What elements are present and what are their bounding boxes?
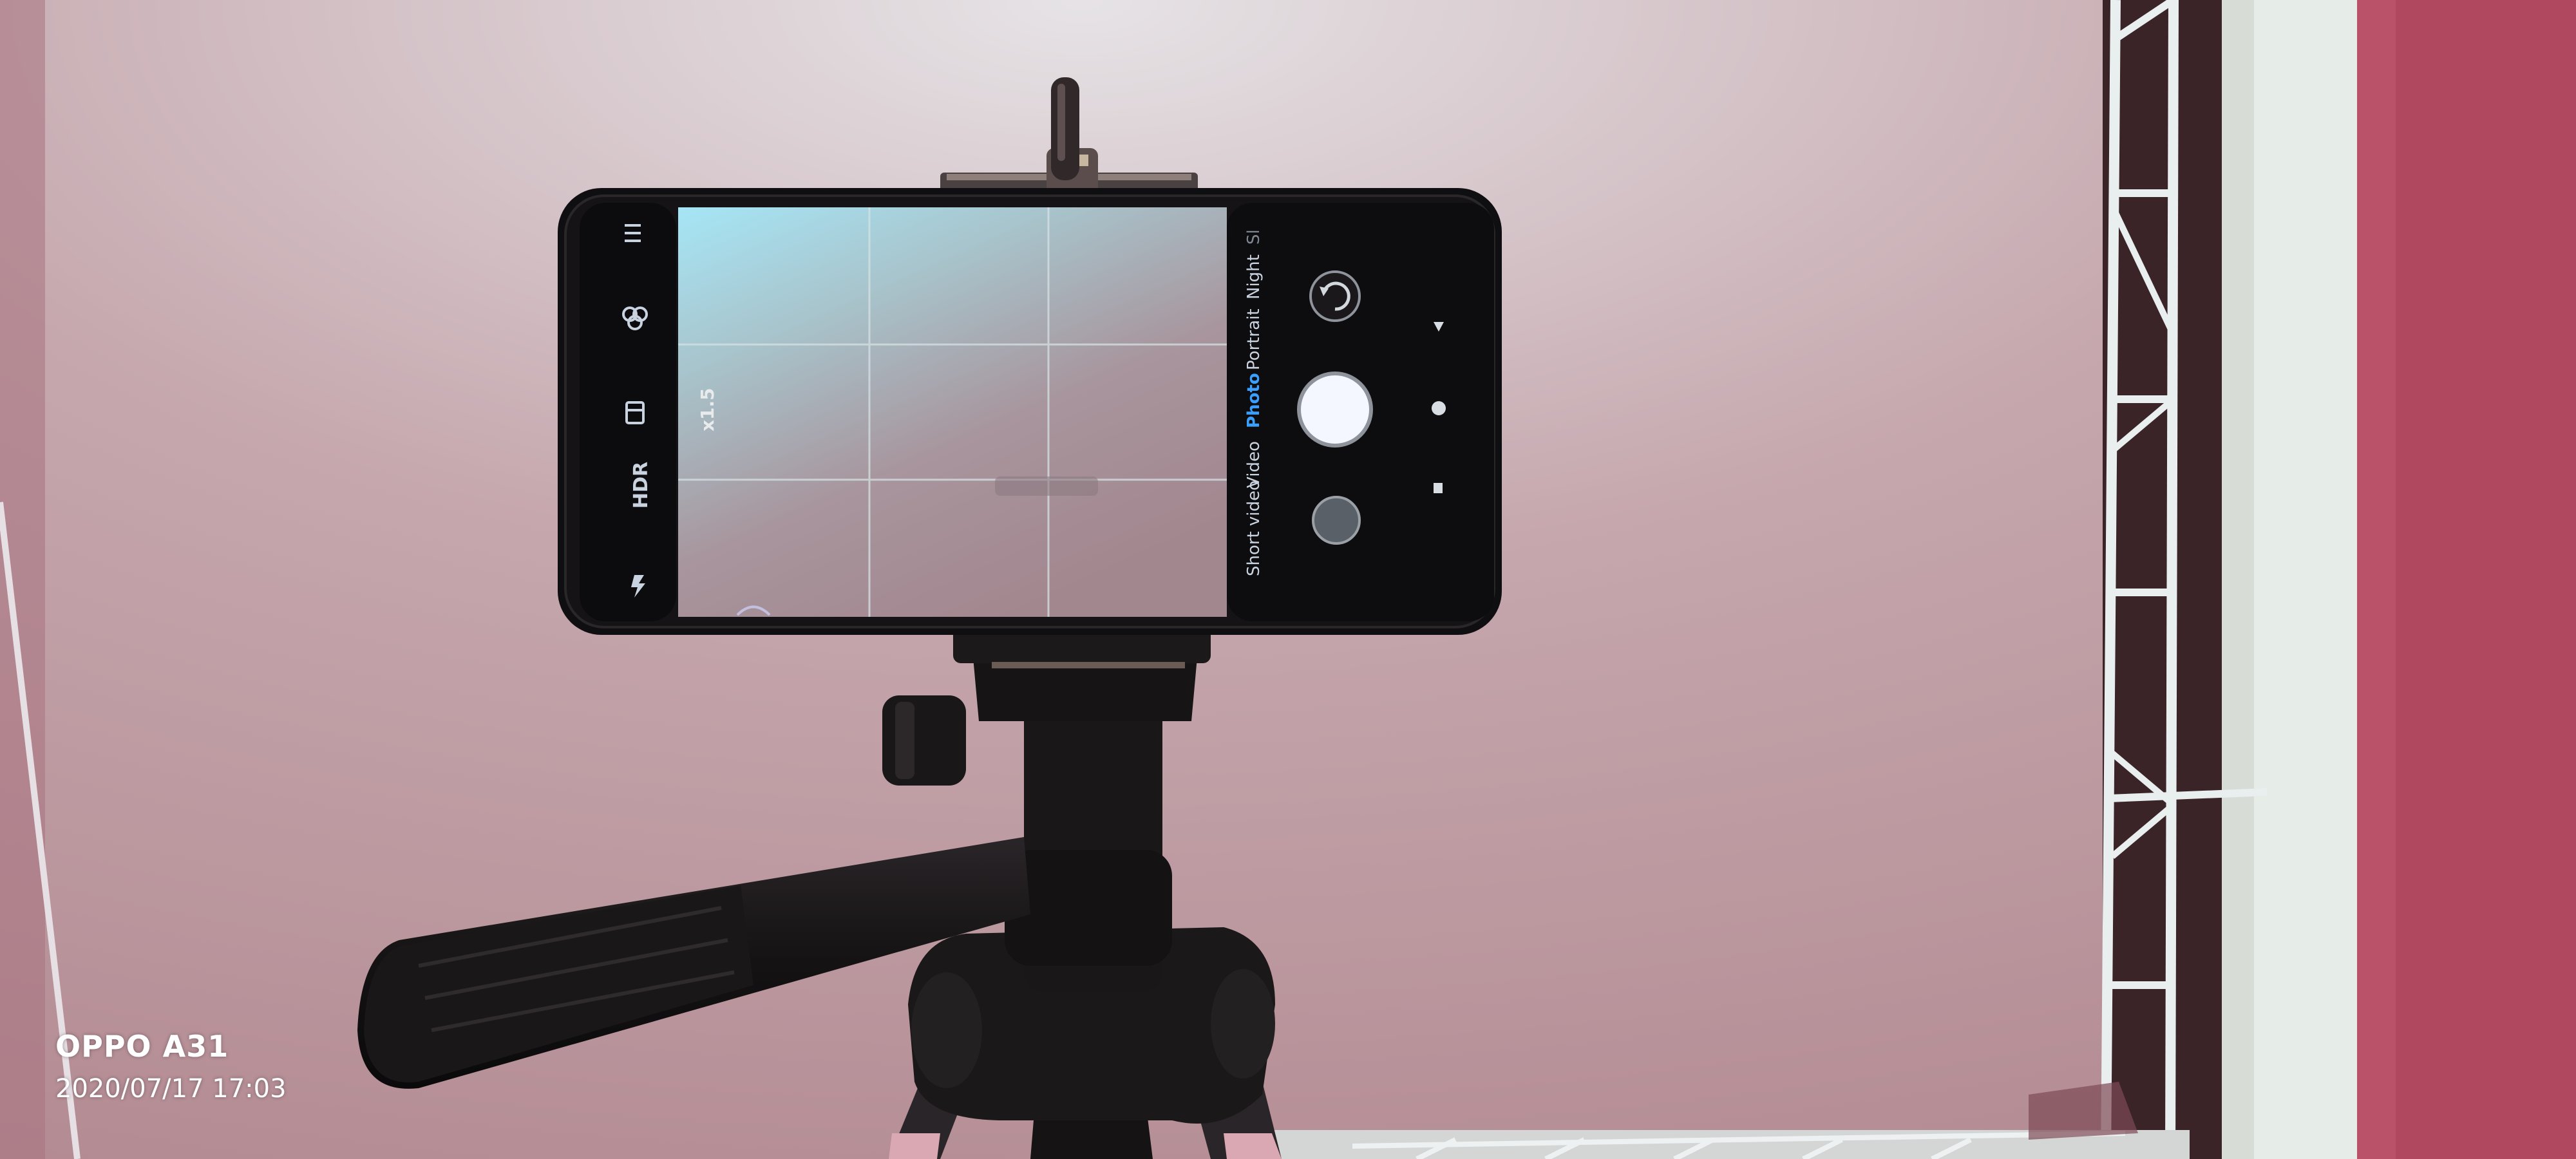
door-frame (2248, 0, 2357, 1159)
tilt-knob-ridge (895, 702, 914, 779)
side-wall-highlight (2357, 0, 2396, 1159)
phone: HDR x1.5 Short video Video Photo Portrai… (558, 188, 1502, 635)
nav-recents-icon[interactable] (1434, 483, 1443, 493)
pan-head-plate-highlight (992, 662, 1185, 668)
nav-home-icon[interactable] (1432, 401, 1446, 415)
viewfinder (678, 207, 1227, 617)
tripod-leg-right-pink (1224, 1133, 1282, 1159)
watermark-timestamp: 2020/07/17 17:03 (55, 1074, 287, 1104)
mode-night[interactable]: Night (1244, 254, 1264, 299)
tripod-leg-left-pink (889, 1133, 940, 1159)
leg-hub-knob-right (1211, 969, 1275, 1079)
zoom-level[interactable]: x1.5 (697, 388, 718, 431)
leg-hub-knob-left (911, 972, 982, 1088)
tilt-knob (882, 695, 966, 786)
mode-photo[interactable]: Photo (1244, 373, 1264, 428)
watermark-device: OPPO A31 (55, 1029, 229, 1064)
hdr-icon[interactable]: HDR (630, 462, 652, 509)
mode-portrait[interactable]: Portrait (1244, 308, 1264, 370)
shutter-button[interactable] (1297, 372, 1373, 448)
clamp-knob-shine (1057, 84, 1065, 161)
mode-short-video[interactable]: Short video (1244, 480, 1264, 576)
mode-video[interactable]: Video (1244, 441, 1264, 488)
switch-camera-icon[interactable] (1309, 270, 1361, 322)
viewfinder-shadow-box (995, 476, 1098, 496)
gallery-thumbnail[interactable] (1312, 496, 1361, 545)
photo-scene: HDR x1.5 Short video Video Photo Portrai… (0, 0, 2576, 1159)
mode-partial-next[interactable]: Sl (1244, 229, 1264, 245)
